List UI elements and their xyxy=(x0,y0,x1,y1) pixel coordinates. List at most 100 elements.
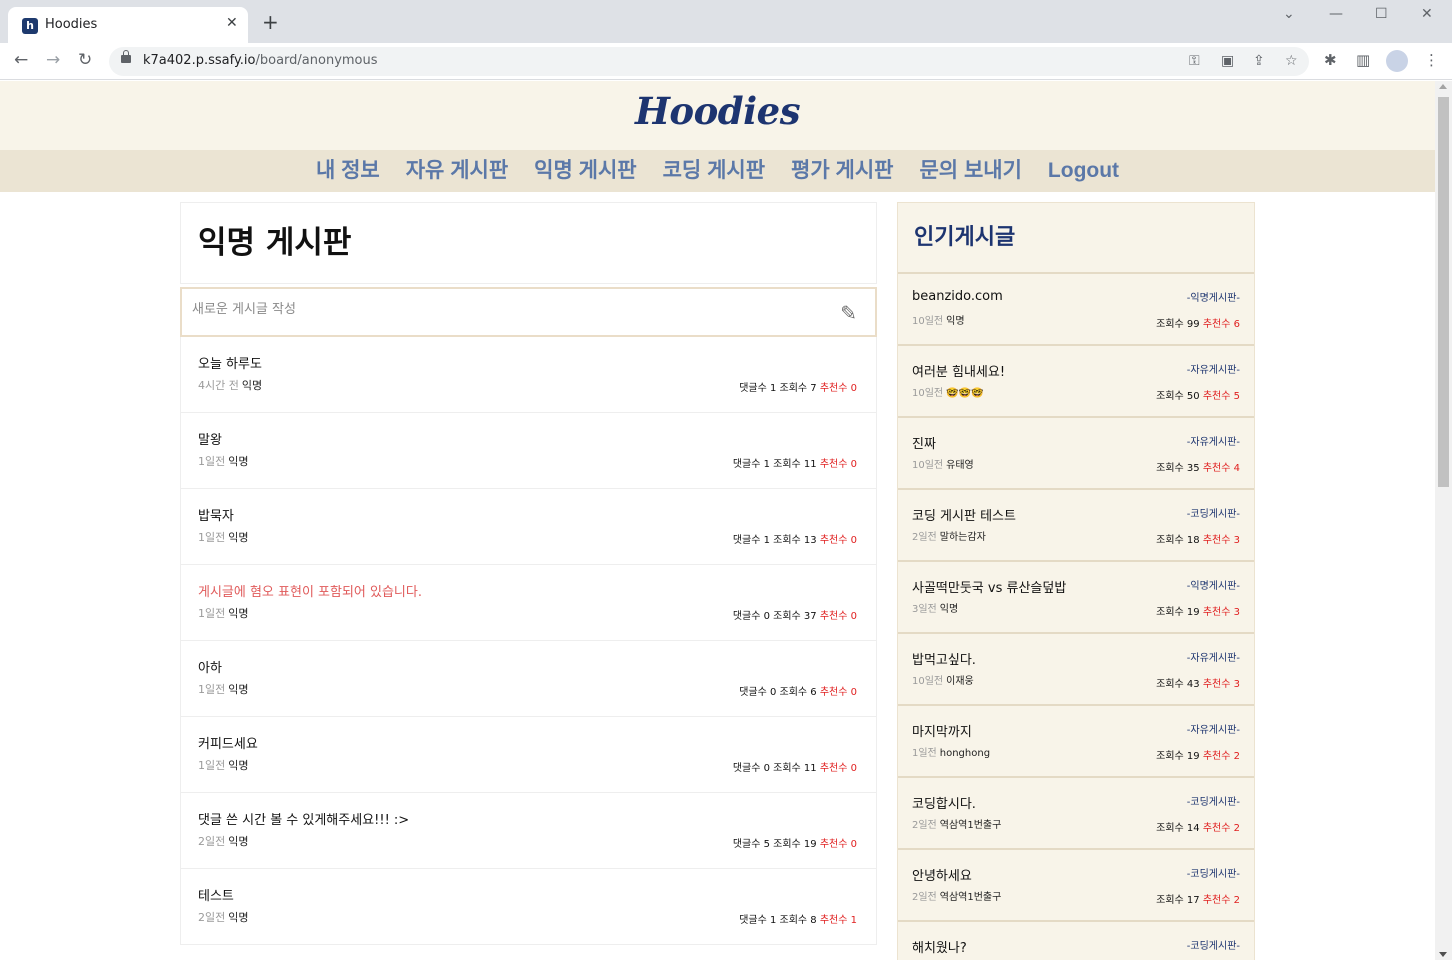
post-author: 익명 xyxy=(228,835,249,848)
maximize-icon[interactable]: ☐ xyxy=(1375,6,1388,22)
post-title[interactable]: 게시글에 혐오 표현이 포함되어 있습니다. xyxy=(198,581,422,600)
extensions-icon[interactable]: ✱ xyxy=(1324,51,1337,69)
popular-item-title[interactable]: 마지막까지 xyxy=(912,721,972,740)
popular-item-title[interactable]: 진짜 xyxy=(912,433,936,452)
post-counts: 댓글수 0 조회수 11 xyxy=(732,763,817,774)
nav-free-board[interactable]: 자유 게시판 xyxy=(406,150,508,192)
new-post-input[interactable] xyxy=(192,302,792,317)
nav-my-info[interactable]: 내 정보 xyxy=(316,150,380,192)
popular-item-meta: 1일전 honghong xyxy=(912,744,990,759)
popular-item-time: 1일전 xyxy=(912,748,937,759)
popular-item-title[interactable]: 해치웠나? xyxy=(912,937,967,956)
share-icon[interactable]: ⇪ xyxy=(1253,53,1265,69)
post-title[interactable]: 말왕 xyxy=(198,429,222,448)
post-recommend-count: 추천수 0 xyxy=(819,839,857,850)
post-meta: 1일전 익명 xyxy=(198,605,249,621)
lock-icon[interactable] xyxy=(121,50,131,63)
post-row[interactable]: 커피드세요 1일전 익명 댓글수 0 조회수 11 추천수 0 xyxy=(180,717,877,793)
post-row[interactable]: 댓글 쓴 시간 볼 수 있게해주세요!!! :> 2일전 익명 댓글수 5 조회수 1… xyxy=(180,793,877,869)
post-stats: 댓글수 0 조회수 11 추천수 0 xyxy=(733,759,857,774)
post-author: 익명 xyxy=(228,607,249,620)
scroll-down-icon[interactable] xyxy=(1439,952,1447,957)
popular-item-title[interactable]: 코딩합시다. xyxy=(912,793,976,812)
post-title[interactable]: 오늘 하루도 xyxy=(198,353,262,372)
window-close-icon[interactable]: ✕ xyxy=(1421,6,1433,22)
forward-icon[interactable]: → xyxy=(46,50,60,70)
nav-review-board[interactable]: 평가 게시판 xyxy=(791,150,893,192)
popular-item[interactable]: 진짜 -자유게시판- 10일전 유태영 조회수 35 추천수 4 xyxy=(898,418,1254,490)
reload-icon[interactable]: ↻ xyxy=(78,50,92,70)
nav-inquiry[interactable]: 문의 보내기 xyxy=(919,150,1021,192)
post-title[interactable]: 아하 xyxy=(198,657,222,676)
new-tab-icon[interactable]: + xyxy=(262,12,279,32)
key-icon[interactable]: ⚿ xyxy=(1189,53,1200,69)
side-panel-icon[interactable]: ▥ xyxy=(1356,51,1370,69)
popular-item[interactable]: 코딩 게시판 테스트 -코딩게시판- 2일전 말하는감자 조회수 18 추천수 3 xyxy=(898,490,1254,562)
nav-anonymous-board[interactable]: 익명 게시판 xyxy=(534,150,636,192)
post-row[interactable]: 밥묵자 1일전 익명 댓글수 1 조회수 13 추천수 0 xyxy=(180,489,877,565)
popular-item[interactable]: 여러분 힘내세요! -자유게시판- 10일전 🤓🤓🤓 조회수 50 추천수 5 xyxy=(898,346,1254,418)
post-title[interactable]: 밥묵자 xyxy=(198,505,234,524)
translate-icon[interactable]: ▣ xyxy=(1221,53,1234,69)
menu-kebab-icon[interactable]: ⋮ xyxy=(1424,51,1439,69)
popular-list: beanzido.com -익명게시판- 10일전 익명 조회수 99 추천수 6 여러분… xyxy=(898,274,1254,960)
post-author: 익명 xyxy=(241,379,263,392)
popular-item[interactable]: 밥먹고싶다. -자유게시판- 10일전 이재웅 조회수 43 추천수 3 xyxy=(898,634,1254,706)
post-stats: 댓글수 5 조회수 19 추천수 0 xyxy=(733,835,857,850)
pencil-icon[interactable]: ✎ xyxy=(840,301,857,325)
post-meta: 4시간 전 익명 xyxy=(198,377,262,393)
popular-item-board: -자유게시판- xyxy=(1186,365,1240,376)
minimize-icon[interactable]: — xyxy=(1329,6,1343,22)
post-counts: 댓글수 0 조회수 6 xyxy=(739,687,817,698)
popular-item-title[interactable]: 밥먹고싶다. xyxy=(912,649,976,668)
post-stats: 댓글수 0 조회수 37 추천수 0 xyxy=(733,607,857,622)
bookmark-star-icon[interactable]: ☆ xyxy=(1285,53,1298,69)
post-recommend-count: 추천수 0 xyxy=(819,459,857,470)
popular-item[interactable]: 안녕하세요 -코딩게시판- 2일전 역삼역1번출구 조회수 17 추천수 2 xyxy=(898,850,1254,922)
post-title[interactable]: 커피드세요 xyxy=(198,733,258,752)
post-row[interactable]: 아하 1일전 익명 댓글수 0 조회수 6 추천수 0 xyxy=(180,641,877,717)
popular-item-views: 조회수 99 xyxy=(1156,319,1200,330)
site-logo[interactable]: Hoodies xyxy=(0,89,1435,133)
nav-logout[interactable]: Logout xyxy=(1048,150,1119,192)
popular-item[interactable]: 코딩합시다. -코딩게시판- 2일전 역삼역1번출구 조회수 14 추천수 2 xyxy=(898,778,1254,850)
popular-item-stats: 조회수 50 추천수 5 xyxy=(1156,387,1240,402)
nav-coding-board[interactable]: 코딩 게시판 xyxy=(663,150,765,192)
post-row[interactable]: 게시글에 혐오 표현이 포함되어 있습니다. 1일전 익명 댓글수 0 조회수 37 … xyxy=(180,565,877,641)
page-scrollbar[interactable] xyxy=(1435,81,1452,960)
post-row[interactable]: 오늘 하루도 4시간 전 익명 댓글수 1 조회수 7 추천수 0 xyxy=(180,337,877,413)
scroll-thumb[interactable] xyxy=(1438,97,1449,487)
popular-item[interactable]: 사골떡만둣국 vs 류산슬덮밥 -익명게시판- 3일전 익명 조회수 19 추천수 3 xyxy=(898,562,1254,634)
browser-tab[interactable]: h Hoodies ✕ xyxy=(8,7,248,43)
back-icon[interactable]: ← xyxy=(14,50,28,70)
popular-item-views: 조회수 19 xyxy=(1156,751,1200,762)
post-time: 1일전 xyxy=(198,455,226,468)
popular-item-title[interactable]: 사골떡만둣국 vs 류산슬덮밥 xyxy=(912,577,1066,596)
post-row[interactable]: 테스트 2일전 익명 댓글수 1 조회수 8 추천수 1 xyxy=(180,869,877,945)
popular-item-author: 말하는감자 xyxy=(939,532,986,543)
popular-item-title[interactable]: 코딩 게시판 테스트 xyxy=(912,505,1016,524)
popular-item-title[interactable]: beanzido.com xyxy=(912,289,1003,304)
popular-item-views: 조회수 14 xyxy=(1156,823,1200,834)
post-title[interactable]: 테스트 xyxy=(198,885,234,904)
new-post-box[interactable]: ✎ xyxy=(180,287,877,337)
popular-item-meta: 10일전 유태영 xyxy=(912,456,974,471)
popular-item-title[interactable]: 안녕하세요 xyxy=(912,865,972,884)
profile-avatar[interactable] xyxy=(1386,50,1408,72)
address-bar[interactable]: k7a402.p.ssafy.io/board/anonymous ⚿ ▣ ⇪ … xyxy=(109,47,1309,76)
popular-item-board: -코딩게시판- xyxy=(1186,941,1240,952)
popular-item[interactable]: 해치웠나? -코딩게시판- xyxy=(898,922,1254,960)
popular-item-recommend: 추천수 3 xyxy=(1202,607,1240,618)
tab-search-icon[interactable]: ⌄ xyxy=(1283,6,1295,22)
post-title[interactable]: 댓글 쓴 시간 볼 수 있게해주세요!!! :> xyxy=(198,809,409,828)
tab-close-icon[interactable]: ✕ xyxy=(226,15,238,31)
popular-item[interactable]: 마지막까지 -자유게시판- 1일전 honghong 조회수 19 추천수 2 xyxy=(898,706,1254,778)
scroll-up-icon[interactable] xyxy=(1439,84,1447,89)
popular-item-author: 유태영 xyxy=(946,460,974,471)
post-recommend-count: 추천수 0 xyxy=(819,763,857,774)
popular-item-title[interactable]: 여러분 힘내세요! xyxy=(912,361,1005,380)
post-row[interactable]: 말왕 1일전 익명 댓글수 1 조회수 11 추천수 0 xyxy=(180,413,877,489)
popular-item-author: 익명 xyxy=(939,604,959,615)
popular-item[interactable]: beanzido.com -익명게시판- 10일전 익명 조회수 99 추천수 6 xyxy=(898,274,1254,346)
post-list: 오늘 하루도 4시간 전 익명 댓글수 1 조회수 7 추천수 0 말왕 1일전 익명 댓글수… xyxy=(180,337,877,945)
